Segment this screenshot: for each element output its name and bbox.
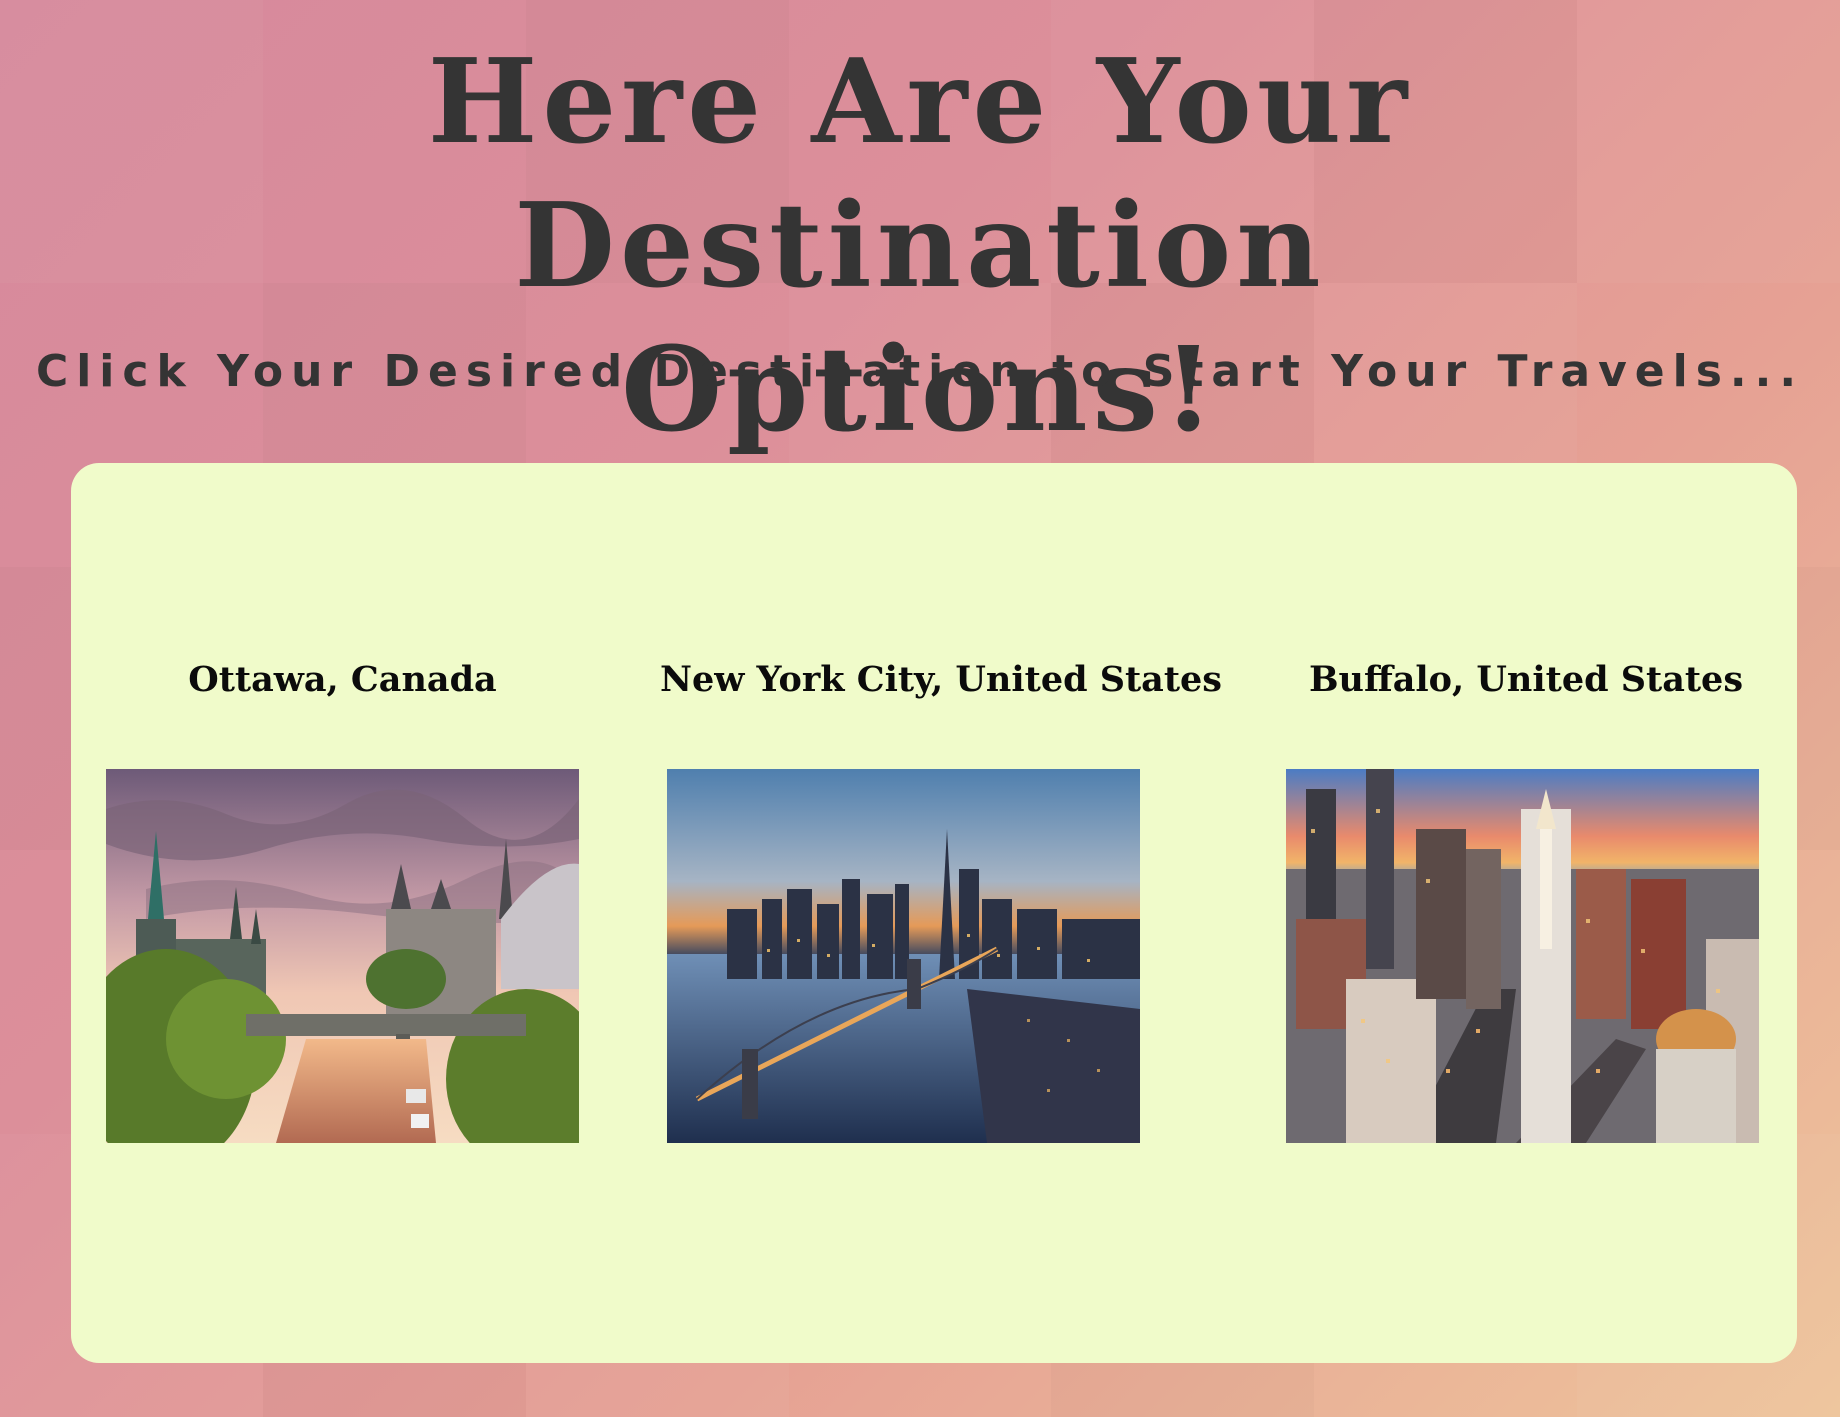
page-title-line-1: Here Are Your Destination (427, 34, 1413, 314)
destination-label-buffalo[interactable]: Buffalo, United States (1286, 659, 1766, 700)
destination-label-ottawa[interactable]: Ottawa, Canada (106, 659, 579, 700)
page-subtitle: Click Your Desired Destination to Start … (35, 346, 1805, 397)
destination-new-york-city[interactable]: New York City, United States (646, 463, 1236, 1363)
destination-buffalo[interactable]: Buffalo, United States (1286, 463, 1766, 1363)
buffalo-photo[interactable] (1286, 769, 1759, 1143)
page-title: Here Are Your Destination Options! (0, 30, 1840, 462)
new-york-city-photo[interactable] (667, 769, 1140, 1143)
ottawa-photo[interactable] (106, 769, 579, 1143)
destination-ottawa[interactable]: Ottawa, Canada (106, 463, 579, 1363)
destination-label-new-york-city[interactable]: New York City, United States (646, 659, 1236, 700)
destinations-card: Ottawa, Canada New York City, United Sta… (71, 463, 1797, 1363)
